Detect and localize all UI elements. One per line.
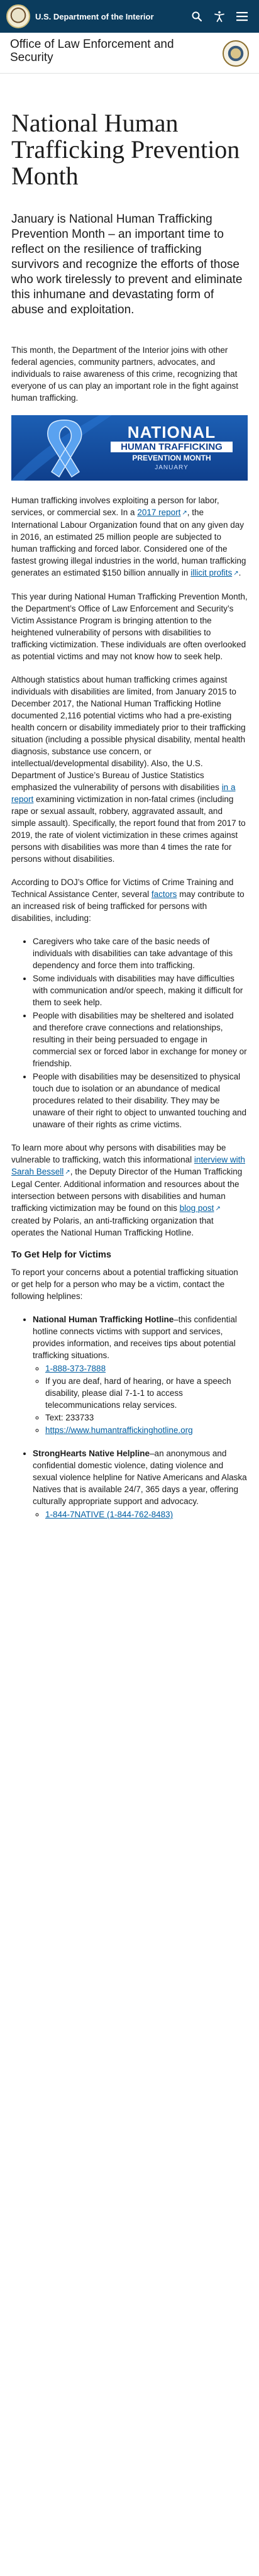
hotline-url: https://www.humantraffickinghotline.org	[45, 1424, 248, 1436]
intro-paragraph: This month, the Department of the Interi…	[11, 345, 238, 403]
office-header: Office of Law Enforcement and Security	[0, 33, 259, 74]
banner-line-national: NATIONAL	[127, 423, 216, 442]
hotline-deaf-note: If you are deaf, hard of hearing, or hav…	[45, 1375, 248, 1411]
illicit-profits-link[interactable]: illicit profits	[190, 568, 232, 577]
strongheart-phone: 1-844-7NATIVE (1-844-762-8483)	[45, 1508, 248, 1520]
list-item: National Human Trafficking Hotline–this …	[33, 1313, 248, 1436]
statistics-paragraph: Although statistics about human traffick…	[11, 675, 246, 864]
learn-more-paragraph: To learn more about why persons with dis…	[11, 1143, 245, 1237]
page-title: National Human Trafficking Prevention Mo…	[11, 109, 240, 190]
list-item: Caregivers who take care of the basic ne…	[33, 935, 248, 971]
department-title[interactable]: U.S. Department of the Interior	[35, 12, 184, 21]
strongheart-phone-link[interactable]: 1-844-7NATIVE (1-844-762-8483)	[45, 1510, 173, 1519]
risk-factors-list: Caregivers who take care of the basic ne…	[11, 935, 248, 1130]
hotline-contact-list: 1-888-373-7888 If you are deaf, hard of …	[33, 1363, 248, 1436]
accessibility-icon[interactable]	[210, 7, 229, 26]
risk-factors-intro-paragraph: According to DOJ’s Office for Victims of…	[11, 878, 245, 923]
external-link-icon: ↗	[65, 1169, 70, 1176]
office-seal-icon[interactable]	[223, 40, 249, 67]
search-icon[interactable]	[187, 7, 206, 26]
external-link-icon: ↗	[233, 570, 239, 577]
banner-line-january: JANUARY	[155, 464, 189, 471]
factors-link[interactable]: factors	[152, 889, 177, 899]
main-content: National Human Trafficking Prevention Mo…	[0, 110, 259, 1520]
trafficking-overview-paragraph: Human trafficking involves exploiting a …	[11, 494, 248, 579]
top-bar: U.S. Department of the Interior	[0, 0, 259, 33]
helplines-list: National Human Trafficking Hotline–this …	[11, 1313, 248, 1520]
list-item: People with disabilities may be desensit…	[33, 1071, 248, 1130]
list-item: People with disabilities may be sheltere…	[33, 1010, 248, 1069]
hotline-text: Text: 233733	[45, 1412, 248, 1424]
hotline-phone-link[interactable]: 1-888-373-7888	[45, 1364, 106, 1373]
awareness-banner-image: NATIONAL HUMAN TRAFFICKING PREVENTION MO…	[11, 415, 248, 481]
menu-icon[interactable]	[233, 7, 251, 26]
strongheart-contact-list: 1-844-7NATIVE (1-844-762-8483)	[33, 1508, 248, 1520]
list-item: Some individuals with disabilities may h…	[33, 973, 248, 1008]
banner-line-prevention-month: PREVENTION MONTH	[132, 454, 211, 462]
get-help-intro: To report your concerns about a potentia…	[11, 1268, 238, 1301]
external-link-icon: ↗	[182, 510, 187, 516]
victim-assistance-paragraph: This year during National Human Traffick…	[11, 592, 248, 661]
ilo-report-link[interactable]: 2017 report	[137, 508, 180, 517]
list-item: StrongHearts Native Helpline–an anonymou…	[33, 1447, 248, 1520]
hotline-name: National Human Trafficking Hotline	[33, 1315, 174, 1324]
get-help-heading: To Get Help for Victims	[11, 1250, 111, 1260]
strongheart-name: StrongHearts Native Helpline	[33, 1449, 150, 1458]
external-link-icon: ↗	[215, 1205, 221, 1212]
banner-line-human-trafficking: HUMAN TRAFFICKING	[111, 442, 233, 452]
lead-paragraph: January is National Human Trafficking Pr…	[11, 213, 243, 316]
polaris-blog-post-link[interactable]: blog post	[180, 1203, 214, 1213]
office-name[interactable]: Office of Law Enforcement and Security	[10, 38, 205, 64]
hotline-phone: 1-888-373-7888	[45, 1363, 248, 1374]
doi-seal-icon[interactable]	[6, 4, 30, 28]
banner-text: NATIONAL HUMAN TRAFFICKING PREVENTION MO…	[106, 424, 238, 473]
hotline-website-link[interactable]: https://www.humantraffickinghotline.org	[45, 1425, 193, 1435]
